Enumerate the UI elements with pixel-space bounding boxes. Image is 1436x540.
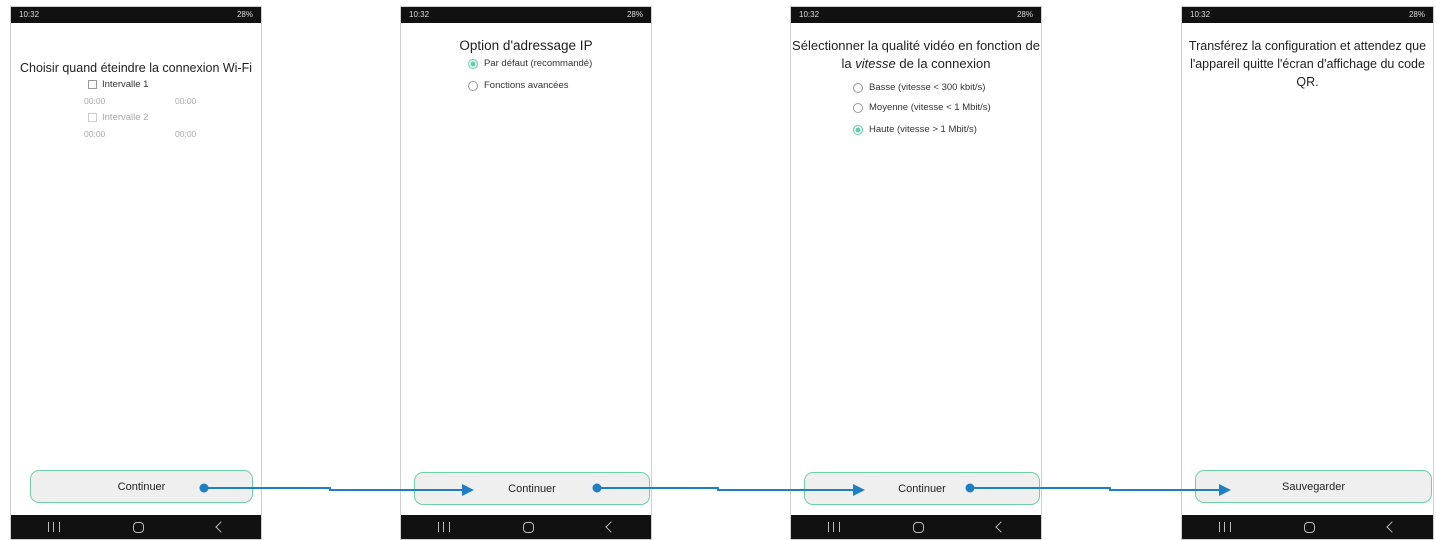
- connector-line: [597, 487, 853, 491]
- arrow-head-icon: [462, 484, 474, 496]
- connector-3-to-4: [965, 483, 1231, 496]
- connector-2-to-3: [592, 483, 865, 496]
- connector-line: [204, 487, 462, 491]
- flow-connectors: [199, 483, 1231, 496]
- connector-line: [970, 487, 1219, 491]
- connector-1-to-2: [199, 483, 474, 496]
- arrow-head-icon: [853, 484, 865, 496]
- arrow-head-icon: [1219, 484, 1231, 496]
